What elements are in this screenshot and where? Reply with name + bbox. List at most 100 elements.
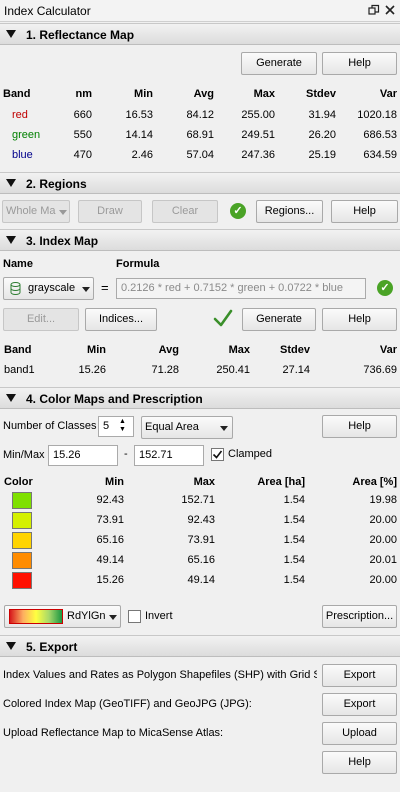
checkmark-icon: [213, 308, 233, 331]
regions-button[interactable]: Regions...: [256, 200, 323, 223]
col-min: Min: [87, 344, 106, 356]
minmax-label: Min/Max: [3, 449, 45, 461]
section-title: 1. Reflectance Map: [26, 28, 135, 42]
area-ha-cell: 1.54: [283, 574, 305, 586]
section-export-header[interactable]: 5. Export: [0, 635, 400, 657]
help-button[interactable]: Help: [322, 52, 397, 75]
restore-icon[interactable]: [368, 4, 380, 16]
export-geotiff-button[interactable]: Export: [322, 693, 397, 716]
chevron-down-icon: [109, 615, 117, 620]
name-label: Name: [3, 258, 33, 270]
collapse-arrow-icon: [6, 30, 16, 38]
help-button[interactable]: Help: [322, 751, 397, 774]
min-cell: 92.43: [96, 494, 124, 506]
invert-checkbox[interactable]: [128, 610, 141, 623]
classification-method-select[interactable]: Equal Area: [141, 416, 233, 439]
max-cell: 92.43: [187, 514, 215, 526]
clear-button[interactable]: Clear: [152, 200, 218, 223]
window-titlebar: Index Calculator: [0, 0, 400, 22]
region-select[interactable]: Whole Ma: [2, 200, 70, 223]
colormap-select[interactable]: RdYlGn: [4, 605, 121, 628]
col-max: Max: [193, 476, 215, 488]
band-cell: red: [12, 109, 28, 121]
draw-button[interactable]: Draw: [78, 200, 142, 223]
avg-cell: 84.12: [186, 109, 214, 121]
max-cell: 65.16: [187, 554, 215, 566]
stdev-cell: 26.20: [308, 129, 336, 141]
col-stdev: Stdev: [280, 344, 310, 356]
color-swatch[interactable]: [12, 552, 32, 569]
avg-cell: 68.91: [186, 129, 214, 141]
export-shapefile-label: Index Values and Rates as Polygon Shapef…: [3, 669, 317, 681]
band-cell: green: [12, 129, 41, 141]
section-title: 3. Index Map: [26, 234, 99, 248]
min-cell: 14.14: [125, 129, 153, 141]
color-swatch[interactable]: [12, 492, 32, 509]
col-avg: Avg: [158, 344, 179, 356]
min-cell: 16.53: [125, 109, 153, 121]
chevron-down-icon: [82, 287, 90, 292]
nm-cell: 470: [73, 149, 92, 161]
generate-reflectance-button[interactable]: Generate: [241, 52, 317, 75]
min-cell: 49.14: [96, 554, 124, 566]
color-swatch[interactable]: [12, 532, 32, 549]
col-max: Max: [253, 88, 275, 100]
export-shapefile-button[interactable]: Export: [322, 664, 397, 687]
section-index-map-header[interactable]: 3. Index Map: [0, 229, 400, 251]
chevron-down-icon: [59, 210, 67, 215]
stdev-cell: 25.19: [308, 149, 336, 161]
edit-button[interactable]: Edit...: [3, 308, 79, 331]
max-input[interactable]: 152.71: [134, 445, 204, 466]
prescription-button[interactable]: Prescription...: [322, 605, 397, 628]
method-value: Equal Area: [145, 421, 199, 433]
avg-cell: 71.28: [151, 364, 179, 376]
window-title: Index Calculator: [4, 4, 91, 18]
var-cell: 736.69: [363, 364, 397, 376]
chevron-down-icon: [220, 426, 228, 431]
classes-spinbox[interactable]: 5 ▲ ▼: [98, 416, 134, 437]
color-swatch[interactable]: [12, 512, 32, 529]
col-min: Min: [105, 476, 124, 488]
upload-button[interactable]: Upload: [322, 722, 397, 745]
min-cell: 15.26: [78, 364, 106, 376]
help-button[interactable]: Help: [322, 308, 397, 331]
min-input[interactable]: 15.26: [48, 445, 118, 466]
colormap-gradient: [9, 609, 63, 624]
index-name-select[interactable]: grayscale: [3, 277, 94, 300]
range-dash: -: [124, 448, 128, 460]
help-button[interactable]: Help: [331, 200, 398, 223]
col-color: Color: [4, 476, 33, 488]
var-cell: 634.59: [363, 149, 397, 161]
check-circle-icon: ✓: [377, 280, 393, 296]
var-cell: 686.53: [363, 129, 397, 141]
min-cell: 73.91: [96, 514, 124, 526]
var-cell: 1020.18: [357, 109, 397, 121]
nm-cell: 660: [73, 109, 92, 121]
area-pct-cell: 20.00: [369, 514, 397, 526]
max-cell: 250.41: [216, 364, 250, 376]
spin-arrows-icon[interactable]: ▲ ▼: [119, 418, 126, 434]
indices-button[interactable]: Indices...: [85, 308, 157, 331]
min-cell: 2.46: [131, 149, 153, 161]
section-color-maps-header[interactable]: 4. Color Maps and Prescription: [0, 387, 400, 409]
index-name-value: grayscale: [28, 282, 76, 294]
band-cell: band1: [4, 364, 35, 376]
color-swatch[interactable]: [12, 572, 32, 589]
formula-field[interactable]: 0.2126 * red + 0.7152 * green + 0.0722 *…: [116, 278, 366, 299]
close-icon[interactable]: [384, 4, 396, 16]
section-reflectance-map-header[interactable]: 1. Reflectance Map: [0, 23, 400, 45]
col-avg: Avg: [193, 88, 214, 100]
area-ha-cell: 1.54: [283, 494, 305, 506]
min-cell: 65.16: [96, 534, 124, 546]
area-pct-cell: 19.98: [369, 494, 397, 506]
clamped-checkbox[interactable]: [211, 448, 224, 461]
colormap-value: RdYlGn: [67, 610, 106, 622]
section-title: 4. Color Maps and Prescription: [26, 392, 203, 406]
min-cell: 15.26: [96, 574, 124, 586]
avg-cell: 57.04: [186, 149, 214, 161]
col-var: Var: [379, 344, 397, 356]
section-regions-header[interactable]: 2. Regions: [0, 172, 400, 194]
col-band: Band: [3, 88, 31, 100]
generate-index-button[interactable]: Generate: [242, 308, 316, 331]
help-button[interactable]: Help: [322, 415, 397, 438]
